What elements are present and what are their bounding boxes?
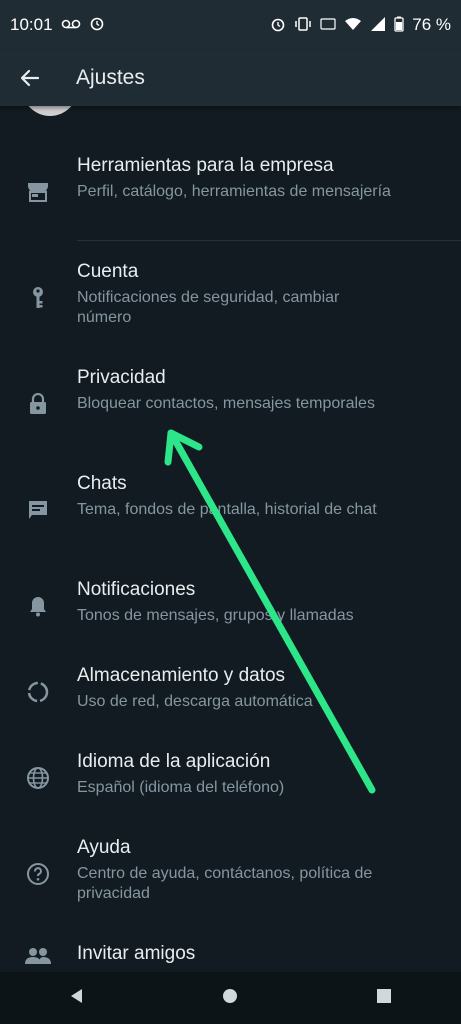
settings-item-label: Almacenamiento y datos	[77, 665, 286, 686]
settings-item-sub: Español (idioma del teléfono)	[77, 779, 285, 796]
bell-icon	[24, 592, 52, 620]
battery-percent: 76 %	[412, 15, 451, 34]
store-icon	[24, 178, 52, 206]
people-icon	[24, 942, 52, 970]
system-nav-bar	[0, 972, 461, 1024]
key-icon	[24, 284, 52, 312]
status-bar: 10:01 76 %	[0, 0, 461, 50]
divider	[77, 240, 461, 241]
back-button[interactable]	[0, 50, 60, 106]
settings-item-sub: Uso de red, descarga automática	[77, 693, 313, 710]
signal-icon	[370, 16, 386, 35]
settings-item-sub: Tonos de mensajes, grupos y llamadas	[77, 607, 354, 624]
battery-icon	[394, 16, 404, 35]
settings-item-label: Chats	[77, 473, 127, 494]
circle-home-icon	[223, 988, 238, 1003]
alarm-icon	[89, 15, 105, 36]
app-bar: Ajustes	[0, 50, 461, 106]
vibrate-icon	[294, 16, 312, 35]
globe-icon	[24, 764, 52, 792]
wifi-icon	[344, 16, 362, 35]
settings-item-sub: Centro de ayuda, contáctanos, política d…	[77, 865, 373, 902]
settings-item-sub: Notificaciones de seguridad, cambiar núm…	[77, 289, 340, 326]
settings-item-label: Ayuda	[77, 837, 131, 858]
settings-item-label: Herramientas para la empresa	[77, 155, 334, 176]
settings-item-sub: Tema, fondos de pantalla, historial de c…	[77, 501, 377, 518]
settings-item-label: Notificaciones	[77, 579, 196, 600]
help-icon	[24, 860, 52, 888]
alarm-icon	[270, 16, 286, 35]
lock-icon	[24, 390, 52, 418]
status-time: 10:01	[10, 15, 53, 34]
page-title: Ajustes	[76, 66, 145, 89]
nav-recents-button[interactable]	[375, 987, 393, 1010]
chat-icon	[24, 496, 52, 524]
nav-home-button[interactable]	[221, 987, 239, 1010]
settings-item-label: Invitar amigos	[77, 943, 196, 964]
settings-item-label: Privacidad	[77, 367, 166, 388]
settings-item-sub: Perfil, catálogo, herramientas de mensaj…	[77, 183, 391, 200]
storage-icon	[24, 678, 52, 706]
settings-item-label: Cuenta	[77, 261, 139, 282]
volte-icon	[320, 16, 336, 35]
triangle-back-icon	[70, 988, 82, 1003]
nav-back-button[interactable]	[68, 987, 86, 1010]
square-recents-icon	[377, 988, 392, 1003]
settings-item-label: Idioma de la aplicación	[77, 751, 271, 772]
arrow-back-icon	[20, 69, 40, 87]
voicemail-icon	[61, 15, 81, 35]
settings-item-sub: Bloquear contactos, mensajes temporales	[77, 395, 375, 412]
